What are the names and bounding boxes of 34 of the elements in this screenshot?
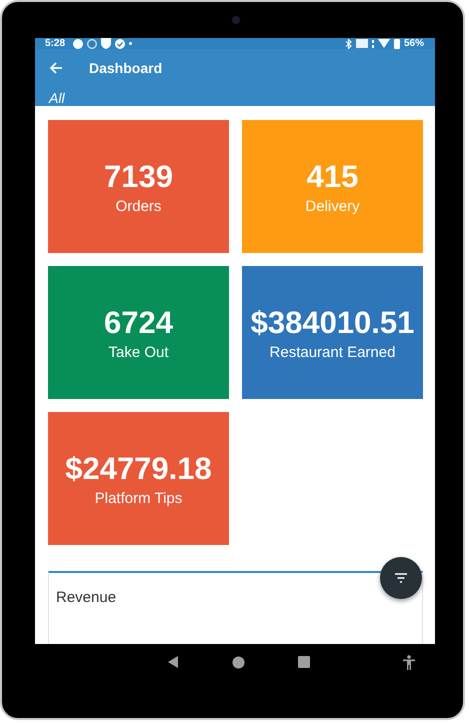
stat-value: $24779.18 xyxy=(65,450,212,486)
stat-value: 7139 xyxy=(104,158,173,194)
camera-icon xyxy=(232,16,240,24)
card-title: Revenue xyxy=(56,589,116,606)
stat-value: 6724 xyxy=(104,304,173,340)
notification-icon xyxy=(73,38,84,48)
home-icon[interactable] xyxy=(232,656,245,668)
dot-icon xyxy=(129,42,132,45)
bluetooth-icon xyxy=(344,38,352,48)
battery-icon xyxy=(394,38,400,48)
battery-percentage: 56% xyxy=(404,38,424,49)
stat-tile[interactable]: 7139 Orders xyxy=(48,120,229,253)
back-icon[interactable] xyxy=(167,655,179,669)
stat-tile[interactable]: 415 Delivery xyxy=(242,120,423,253)
stat-label: Restaurant Earned xyxy=(270,344,396,360)
stat-label: Take Out xyxy=(108,344,169,360)
filter-subtitle: All xyxy=(49,90,65,106)
stat-label: Delivery xyxy=(305,198,360,214)
status-time: 5:28 xyxy=(45,38,66,49)
stat-tile[interactable]: $384010.51 Restaurant Earned xyxy=(242,266,423,399)
stat-value: $384010.51 xyxy=(250,304,414,340)
screen-title: Dashboard xyxy=(89,60,162,76)
stat-tile[interactable]: $24779.18 Platform Tips xyxy=(48,412,229,545)
stat-label: Orders xyxy=(116,198,162,214)
filter-icon xyxy=(394,573,408,583)
back-arrow-icon[interactable] xyxy=(49,61,63,75)
stat-label: Platform Tips xyxy=(94,490,182,506)
notification-icon xyxy=(87,38,98,48)
filter-button[interactable] xyxy=(380,557,422,599)
shield-icon xyxy=(101,38,112,49)
accessibility-icon[interactable] xyxy=(403,654,415,670)
stat-value: 415 xyxy=(306,158,358,194)
stat-tile[interactable]: 6724 Take Out xyxy=(48,266,229,399)
cast-icon xyxy=(356,39,368,48)
